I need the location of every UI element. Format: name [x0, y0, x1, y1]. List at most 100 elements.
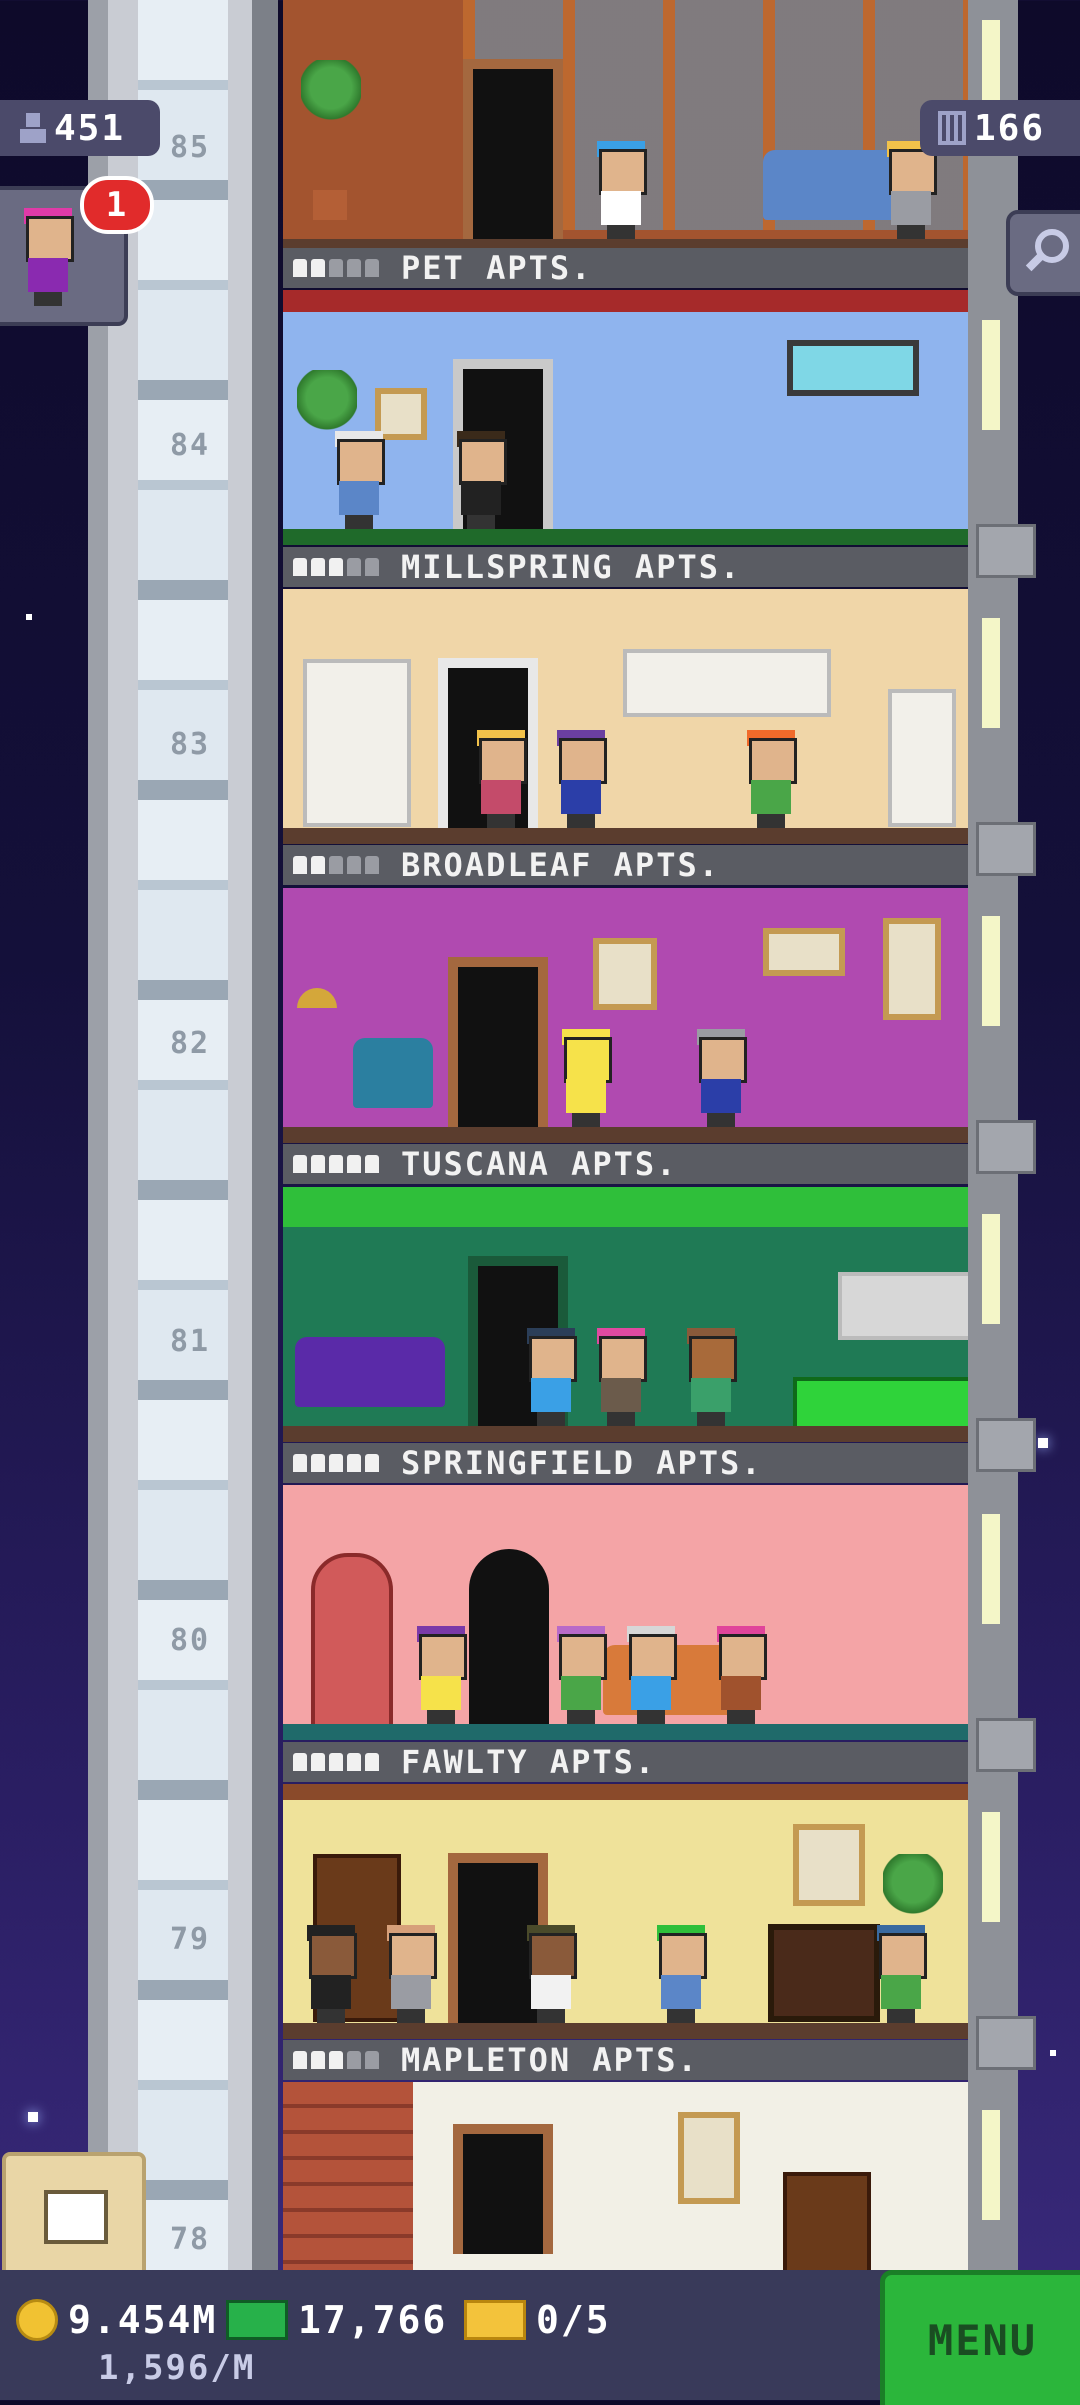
- build-icon: [44, 2190, 108, 2244]
- floor-label-bar[interactable]: SPRINGFIELD APTS.: [283, 1443, 968, 1483]
- coin-icon: [16, 2299, 58, 2341]
- population-counter[interactable]: 451: [0, 100, 160, 156]
- visitor-avatar: [20, 206, 74, 306]
- resident: [553, 1624, 607, 1724]
- menu-label: MENU: [927, 2315, 1038, 2365]
- menu-button[interactable]: MENU: [880, 2270, 1080, 2405]
- ticket-icon: [464, 2300, 526, 2340]
- floor-name: SPRINGFIELD APTS.: [401, 1444, 763, 1482]
- occupancy-icons: [293, 2051, 379, 2069]
- floor-room-80[interactable]: [283, 1485, 968, 1740]
- resident: [683, 1326, 737, 1426]
- picture-frame: [593, 938, 657, 1010]
- floor-room-84[interactable]: [283, 290, 968, 545]
- floor-name: MILLSPRING APTS.: [401, 548, 742, 586]
- floor-number: 81: [169, 1324, 211, 1359]
- bux-icon: [226, 2300, 288, 2340]
- resident: [653, 1923, 707, 2023]
- doorway: [453, 2124, 553, 2254]
- floor-name: TUSCANA APTS.: [401, 1145, 678, 1183]
- occupancy-icons: [293, 1155, 379, 1173]
- floor-room-81[interactable]: [283, 1187, 968, 1442]
- floor-label-bar[interactable]: MAPLETON APTS.: [283, 2040, 968, 2080]
- floor-room-82[interactable]: [283, 888, 968, 1143]
- coins-stat[interactable]: 9.454M: [16, 2298, 217, 2342]
- brick-wall: [283, 2082, 413, 2270]
- picture-frame: [883, 918, 941, 1020]
- floor-name: PET APTS.: [401, 249, 593, 287]
- resident: [383, 1923, 437, 2023]
- floor-name: BROADLEAF APTS.: [401, 846, 720, 884]
- picture-frame: [763, 928, 845, 976]
- kitchen-cabinet: [623, 649, 831, 717]
- resident: [873, 1923, 927, 2023]
- wall-bracket: [976, 1120, 1036, 1174]
- bookshelf: [783, 2172, 871, 2270]
- floor-number: 85: [169, 130, 211, 165]
- counter: [793, 1377, 968, 1433]
- bux-stat[interactable]: 17,766: [226, 2298, 447, 2342]
- floor-room-83[interactable]: [283, 589, 968, 844]
- sofa: [295, 1337, 445, 1407]
- fridge: [888, 689, 956, 827]
- floor-number: 78: [169, 2222, 211, 2257]
- floor-counter[interactable]: 166: [920, 100, 1080, 156]
- floor-number: 79: [169, 1922, 211, 1957]
- resident: [553, 728, 607, 828]
- wall-bracket: [976, 1718, 1036, 1772]
- floor-label-bar[interactable]: MILLSPRING APTS.: [283, 547, 968, 587]
- pot: [313, 190, 347, 220]
- plant: [883, 1854, 943, 1924]
- resident: [558, 1027, 612, 1127]
- floor-name: FAWLTY APTS.: [401, 1743, 657, 1781]
- wall-bracket: [976, 2016, 1036, 2070]
- aquarium: [787, 340, 919, 396]
- tickets-stat[interactable]: 0/5: [464, 2298, 611, 2342]
- coin-rate-value: 1,596/M: [98, 2348, 256, 2388]
- search-button[interactable]: [1006, 210, 1080, 296]
- floor-count-value: 166: [974, 107, 1046, 149]
- floor-label-bar[interactable]: PET APTS.: [283, 248, 968, 288]
- resident: [713, 1624, 767, 1724]
- chair: [353, 1038, 433, 1108]
- floor-label-bar[interactable]: FAWLTY APTS.: [283, 1742, 968, 1782]
- resident: [331, 429, 385, 529]
- arched-door: [311, 1553, 393, 1731]
- resident: [413, 1624, 467, 1724]
- resident: [523, 1923, 577, 2023]
- fireplace: [768, 1924, 880, 2022]
- building-icon: [938, 111, 966, 145]
- floor-room-79[interactable]: [283, 1784, 968, 2039]
- star: [26, 614, 32, 620]
- lamp: [297, 988, 337, 1008]
- picture-frame: [793, 1824, 865, 1906]
- coins-value: 9.454M: [68, 2298, 218, 2342]
- resident: [523, 1326, 577, 1426]
- coin-rate: 1,596/M: [98, 2348, 255, 2388]
- floor-label-bar[interactable]: TUSCANA APTS.: [283, 1144, 968, 1184]
- occupancy-icons: [293, 558, 379, 576]
- build-floor-button[interactable]: [2, 2152, 146, 2278]
- doorway: [469, 1549, 549, 1725]
- shelf: [303, 659, 411, 827]
- star: [1038, 1438, 1048, 1448]
- floor-room-85[interactable]: [283, 0, 968, 255]
- wall-bracket: [976, 822, 1036, 876]
- notification-badge: 1: [80, 176, 154, 234]
- tickets-value: 0/5: [536, 2298, 611, 2342]
- picture-frame: [678, 2112, 740, 2204]
- floor-number: 82: [169, 1026, 211, 1061]
- doorway: [463, 59, 563, 239]
- doorway: [448, 957, 548, 1127]
- floor-room-78[interactable]: [283, 2082, 968, 2270]
- search-icon: [1025, 229, 1069, 272]
- floor-number: 84: [169, 428, 211, 463]
- resident: [693, 1027, 747, 1127]
- resident: [743, 728, 797, 828]
- wall-bracket: [976, 524, 1036, 578]
- floor-label-bar[interactable]: BROADLEAF APTS.: [283, 845, 968, 885]
- floor-number: 83: [169, 727, 211, 762]
- plant: [301, 60, 361, 130]
- person-icon: [20, 113, 46, 143]
- population-value: 451: [54, 107, 126, 149]
